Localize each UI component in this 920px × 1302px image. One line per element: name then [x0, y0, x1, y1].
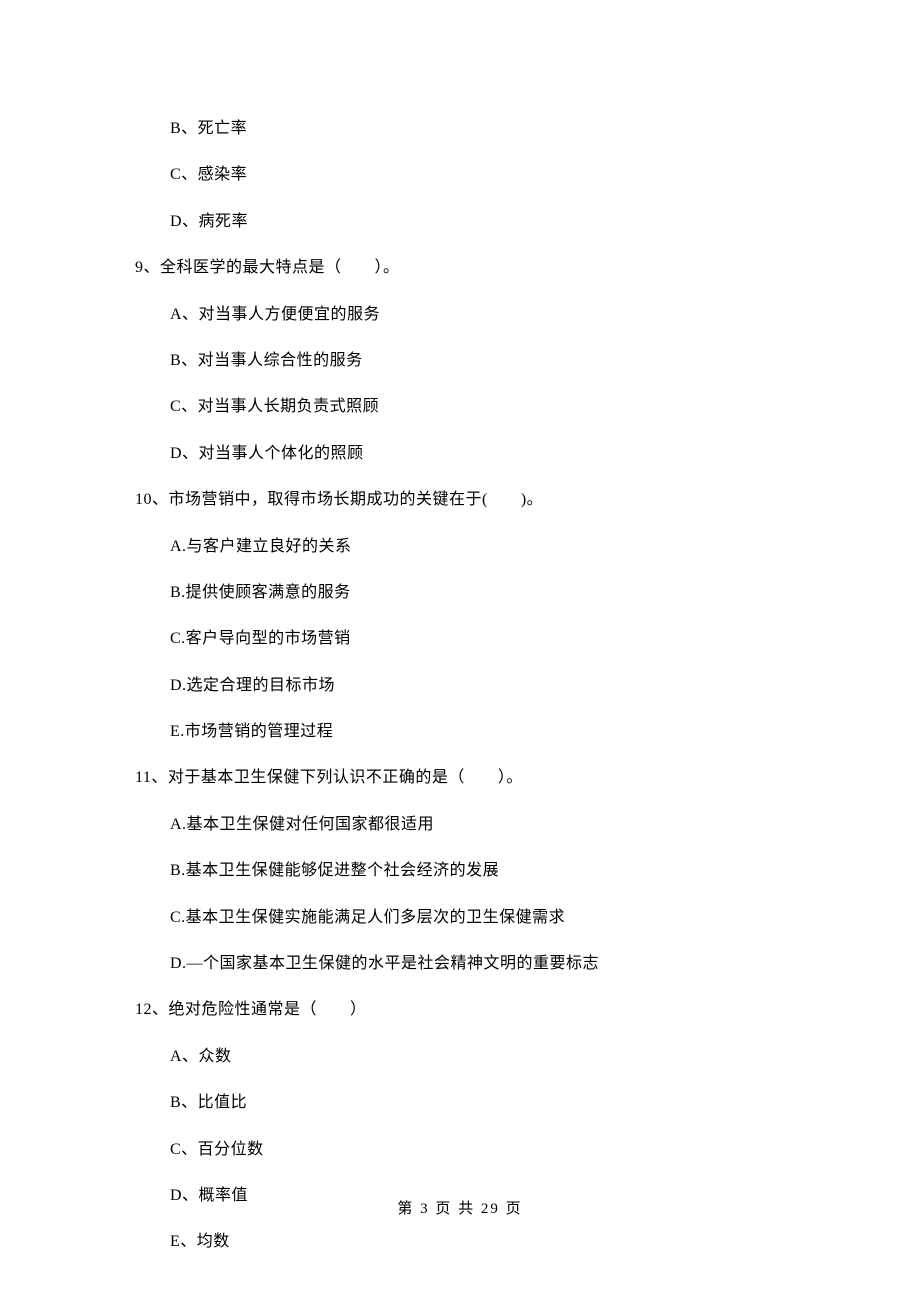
option-item: A、众数	[135, 1046, 800, 1068]
option-item: C.客户导向型的市场营销	[135, 628, 800, 650]
question-12: 12、绝对危险性通常是（ ）	[135, 999, 800, 1021]
option-item: D.选定合理的目标市场	[135, 675, 800, 697]
option-item: A、对当事人方便便宜的服务	[135, 304, 800, 326]
question-11: 11、对于基本卫生保健下列认识不正确的是（ ）。	[135, 767, 800, 789]
option-item: A.与客户建立良好的关系	[135, 536, 800, 558]
option-item: C、对当事人长期负责式照顾	[135, 396, 800, 418]
page-footer: 第 3 页 共 29 页	[0, 1197, 920, 1218]
option-item: D.—个国家基本卫生保健的水平是社会精神文明的重要标志	[135, 953, 800, 975]
option-item: C、感染率	[135, 164, 800, 186]
option-item: E、均数	[135, 1231, 800, 1253]
option-item: A.基本卫生保健对任何国家都很适用	[135, 814, 800, 836]
option-item: D、对当事人个体化的照顾	[135, 443, 800, 465]
option-item: C、百分位数	[135, 1139, 800, 1161]
option-item: B、死亡率	[135, 118, 800, 140]
option-item: D、病死率	[135, 211, 800, 233]
option-item: B.基本卫生保健能够促进整个社会经济的发展	[135, 860, 800, 882]
option-item: B、对当事人综合性的服务	[135, 350, 800, 372]
document-content: B、死亡率 C、感染率 D、病死率 9、全科医学的最大特点是（ ）。 A、对当事…	[0, 0, 920, 1254]
option-item: E.市场营销的管理过程	[135, 721, 800, 743]
option-item: B、比值比	[135, 1092, 800, 1114]
question-9: 9、全科医学的最大特点是（ ）。	[135, 257, 800, 279]
option-item: C.基本卫生保健实施能满足人们多层次的卫生保健需求	[135, 907, 800, 929]
option-item: B.提供使顾客满意的服务	[135, 582, 800, 604]
question-10: 10、市场营销中，取得市场长期成功的关键在于( )。	[135, 489, 800, 511]
